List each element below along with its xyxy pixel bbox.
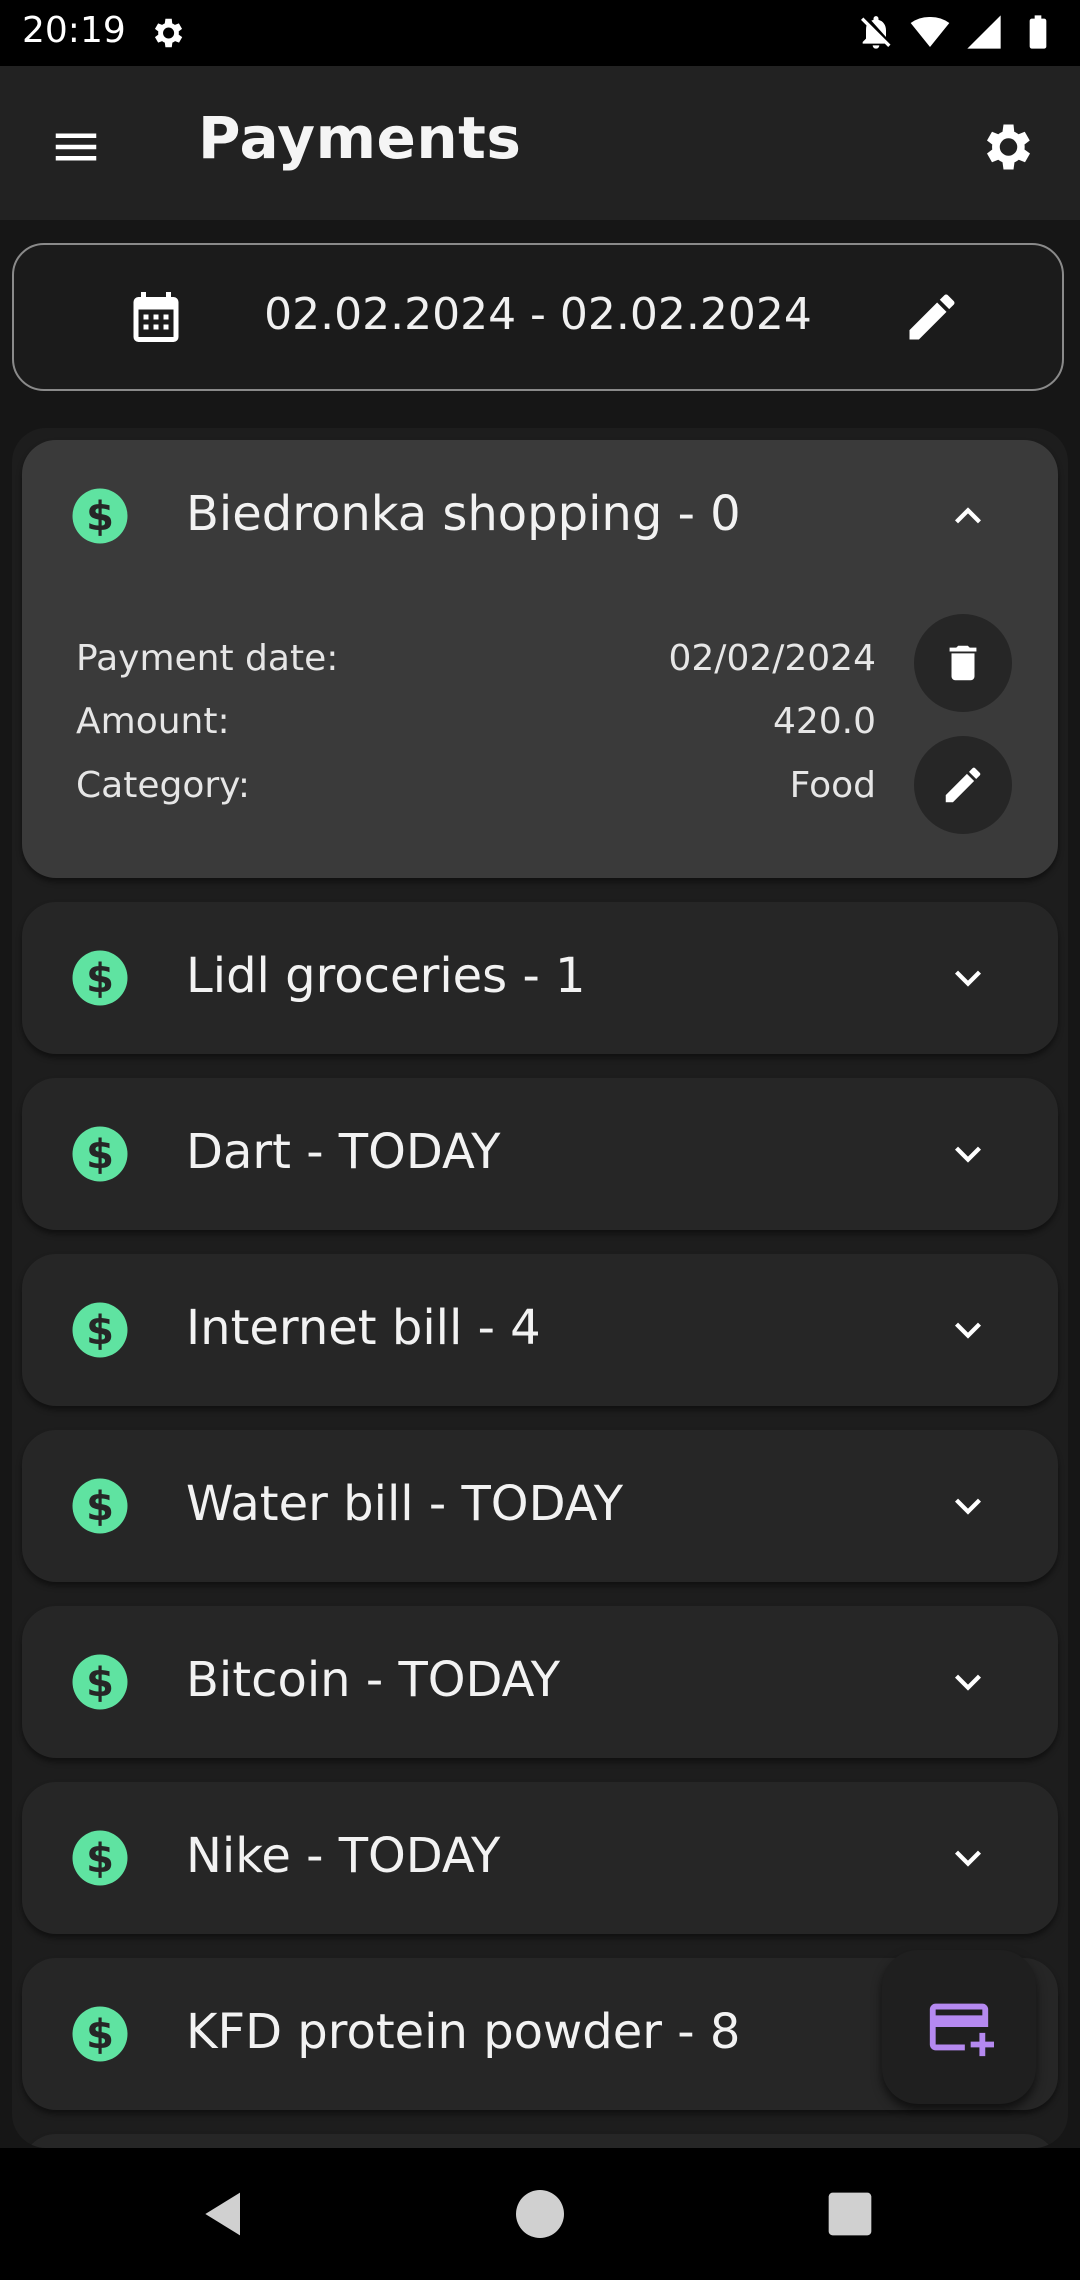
svg-text:$: $	[86, 956, 114, 1002]
delete-button[interactable]	[914, 614, 1012, 712]
chevron-down-icon[interactable]	[942, 952, 994, 1004]
payment-card[interactable]: $ Water bill - TODAY	[22, 1430, 1058, 1582]
dollar-circle-icon: $	[72, 2006, 128, 2062]
chevron-up-icon[interactable]	[942, 490, 994, 542]
chevron-down-icon[interactable]	[942, 1480, 994, 1532]
status-bar: 20:19	[0, 0, 1080, 66]
payment-title: Nike - TODAY	[186, 1828, 501, 1884]
payment-card[interactable]: $ Internet bill - 4	[22, 1254, 1058, 1406]
payment-title: Dart - TODAY	[186, 1124, 501, 1180]
wifi-icon	[910, 16, 950, 47]
app-bar: Payments	[0, 66, 1080, 220]
trash-icon	[949, 645, 977, 681]
svg-text:$: $	[86, 1484, 114, 1530]
settings-button[interactable]	[968, 109, 1044, 185]
recents-icon[interactable]	[818, 2182, 882, 2246]
add-payment-fab[interactable]	[882, 1950, 1036, 2104]
detail-value: Food	[789, 765, 876, 806]
detail-label: Amount:	[76, 701, 230, 742]
dollar-circle-icon: $	[72, 488, 128, 544]
edit-payment-button[interactable]	[914, 736, 1012, 834]
back-icon[interactable]	[192, 2182, 256, 2246]
payment-card[interactable]: $ Nike - TODAY	[22, 1782, 1058, 1934]
edit-date-range-icon[interactable]	[902, 287, 962, 347]
svg-text:$: $	[86, 494, 114, 540]
chevron-down-icon[interactable]	[942, 1656, 994, 1708]
payment-card[interactable]: $ Biedronka shopping - 0 Payment date: 0…	[22, 440, 1058, 878]
detail-value: 420.0	[772, 701, 876, 742]
payments-list[interactable]: $ Biedronka shopping - 0 Payment date: 0…	[12, 428, 1068, 2148]
payment-card[interactable]: $ Lidl groceries - 1	[22, 902, 1058, 1054]
payment-title: Lidl groceries - 1	[186, 948, 586, 1004]
pencil-icon	[945, 767, 981, 803]
home-icon[interactable]	[508, 2182, 572, 2246]
payment-card[interactable]: $ Bitcoin - TODAY	[22, 1606, 1058, 1758]
payment-title: Internet bill - 4	[186, 1300, 541, 1356]
svg-text:$: $	[86, 2012, 114, 2058]
payment-card[interactable]: $ Dart - TODAY	[22, 1078, 1058, 1230]
payment-title: Biedronka shopping - 0	[186, 486, 741, 542]
battery-icon	[1029, 15, 1047, 49]
date-range-selector[interactable]: 02.02.2024 - 02.02.2024	[12, 243, 1064, 391]
payment-card-partial[interactable]	[22, 2134, 1058, 2148]
dollar-circle-icon: $	[72, 1478, 128, 1534]
chevron-down-icon[interactable]	[942, 1832, 994, 1884]
settings-status-icon	[154, 18, 183, 48]
page-title: Payments	[198, 104, 522, 172]
notifications-off-icon	[861, 16, 891, 49]
status-time: 20:19	[22, 10, 126, 51]
dollar-circle-icon: $	[72, 1830, 128, 1886]
detail-label: Category:	[76, 765, 250, 806]
payment-title: Water bill - TODAY	[186, 1476, 624, 1532]
gear-icon	[987, 124, 1030, 170]
detail-value: 02/02/2024	[668, 638, 877, 679]
svg-text:$: $	[86, 1132, 114, 1178]
payment-title: Bitcoin - TODAY	[186, 1652, 561, 1708]
dollar-circle-icon: $	[72, 1126, 128, 1182]
menu-button[interactable]	[38, 109, 114, 185]
dollar-circle-icon: $	[72, 1654, 128, 1710]
menu-icon	[55, 133, 97, 161]
system-nav-bar	[0, 2148, 1080, 2280]
add-card-icon	[929, 2003, 994, 2057]
dollar-circle-icon: $	[72, 950, 128, 1006]
dollar-circle-icon: $	[72, 1302, 128, 1358]
payment-title: KFD protein powder - 8	[186, 2004, 741, 2060]
chevron-down-icon[interactable]	[942, 1304, 994, 1356]
svg-text:$: $	[86, 1836, 114, 1882]
chevron-down-icon[interactable]	[942, 1128, 994, 1180]
detail-label: Payment date:	[76, 638, 339, 679]
svg-text:$: $	[86, 1308, 114, 1354]
signal-icon	[967, 15, 1001, 49]
svg-text:$: $	[86, 1660, 114, 1706]
